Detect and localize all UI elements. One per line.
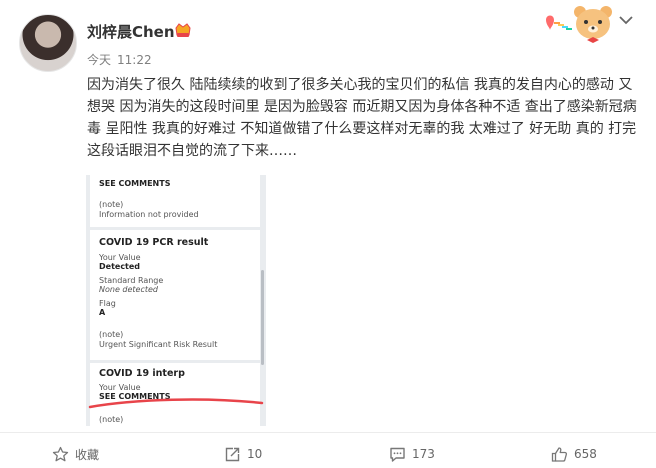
att-card2-flag: A: [99, 308, 106, 317]
thumbs-up-icon: [551, 446, 568, 462]
repost-icon: [225, 447, 240, 461]
attachment-card-2: COVID 19 PCR result Your Value Detected …: [90, 230, 260, 360]
repost-button[interactable]: 10: [224, 445, 262, 463]
avatar[interactable]: [19, 14, 77, 72]
att-card3-value-label: Your Value: [99, 383, 141, 392]
att-card2-note-text: Urgent Significant Risk Result: [99, 340, 218, 349]
username[interactable]: 刘梓晨Chen: [87, 21, 175, 42]
att-card2-value: Detected: [99, 262, 141, 271]
like-count: 658: [574, 447, 597, 461]
att-card2-value-label: Your Value: [99, 253, 141, 262]
att-card2-note: (note): [99, 330, 124, 339]
att-card2-range-label: Standard Range: [99, 276, 164, 285]
att-card2-flag-label: Flag: [99, 299, 116, 308]
att-card2-range: None detected: [99, 285, 159, 294]
decorative-bear-icon: [546, 6, 612, 43]
favorite-button[interactable]: 收藏: [52, 445, 99, 463]
comment-icon: [390, 447, 405, 462]
star-icon: [52, 446, 69, 461]
att-card1-note-text: Information not provided: [99, 210, 199, 219]
comment-count: 173: [412, 447, 435, 461]
att-card3-note: (note): [99, 415, 124, 424]
att-card1-note: (note): [99, 200, 124, 209]
like-button[interactable]: 658: [551, 445, 597, 463]
chevron-down-icon[interactable]: [617, 14, 635, 26]
red-annotation-mark: [88, 398, 264, 409]
att-card3-title: COVID 19 interp: [99, 368, 185, 379]
post-text: 因为消失了很久 陆陆续续的收到了很多关心我的宝贝们的私信 我真的发自内心的感动 …: [87, 77, 637, 159]
comment-button[interactable]: 173: [389, 445, 435, 463]
post-time-prefix: 今天: [87, 53, 112, 67]
attachment-card-1: SEE COMMENTS (note) Information not prov…: [90, 175, 260, 227]
attachment-image[interactable]: SEE COMMENTS (note) Information not prov…: [86, 175, 266, 426]
vip-badge-icon: [175, 23, 191, 37]
post-time[interactable]: 今天 11:22: [87, 51, 152, 68]
att-card2-title: COVID 19 PCR result: [99, 237, 209, 248]
post-time-value: 11:22: [117, 53, 152, 67]
repost-count: 10: [247, 447, 263, 461]
attachment-scrollbar: [261, 270, 264, 365]
favorite-label: 收藏: [75, 447, 100, 462]
action-divider: [0, 432, 656, 433]
att-card1-label: SEE COMMENTS: [99, 179, 171, 188]
